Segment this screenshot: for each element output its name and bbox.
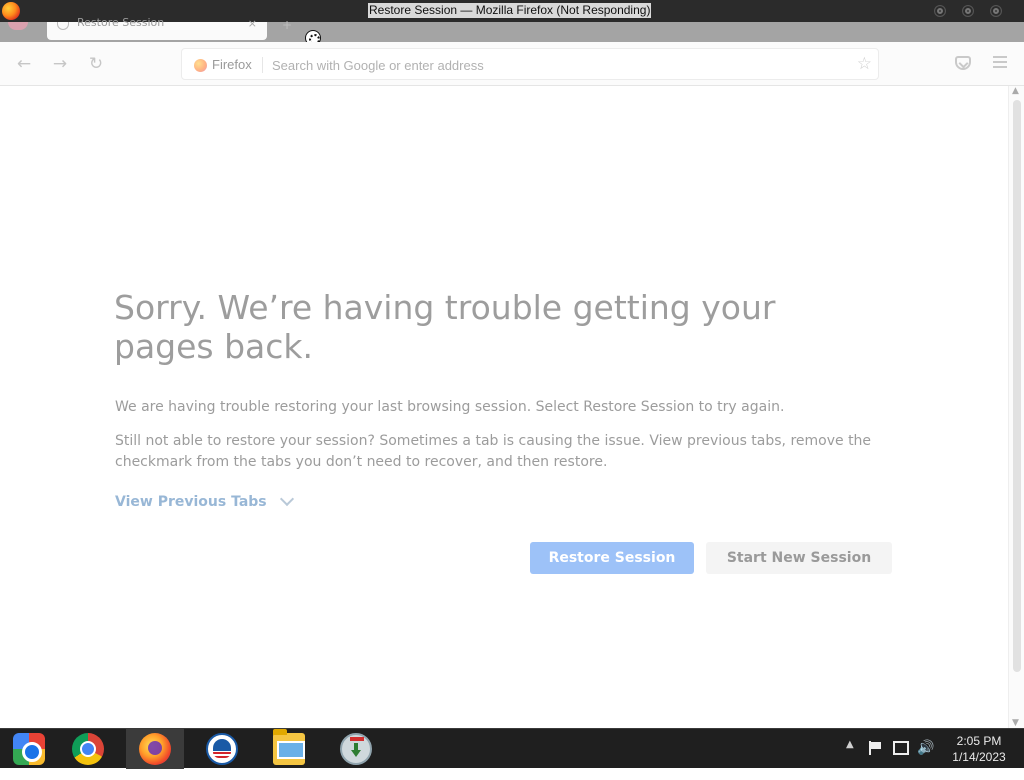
pocket-icon[interactable]: [955, 56, 971, 70]
action-center-flag-icon[interactable]: [868, 741, 882, 755]
identity-label[interactable]: Firefox: [212, 57, 252, 72]
firefox-app-icon[interactable]: [2, 2, 20, 20]
window-title: Restore Session — Mozilla Firefox (Not R…: [368, 3, 652, 18]
page-title: Sorry. We’re having trouble getting your…: [114, 288, 776, 366]
volume-icon[interactable]: 🔊: [917, 740, 934, 780]
error-help-text: Still not able to restore your session? …: [115, 433, 872, 470]
taskbar-firefox[interactable]: [126, 729, 184, 769]
firefox-view-icon[interactable]: [8, 22, 28, 30]
campaign-logo-icon: [206, 733, 238, 765]
taskbar-clock[interactable]: 2:05 PM 1/14/2023: [942, 733, 1016, 765]
tray-overflow-chevron-icon[interactable]: ▲: [846, 739, 854, 779]
new-tab-button[interactable]: +: [282, 18, 292, 32]
firefox-icon: [139, 733, 171, 765]
clock-date: 1/14/2023: [952, 750, 1006, 764]
taskbar-installer[interactable]: [327, 729, 385, 769]
tab-close-icon[interactable]: ×: [248, 17, 257, 30]
taskbar: ▲ 🔊 2:05 PM 1/14/2023: [0, 728, 1024, 769]
taskbar-campaign-app[interactable]: [193, 729, 251, 769]
start-menu-icon: [13, 733, 45, 765]
url-separator: [262, 57, 263, 73]
url-bar[interactable]: Firefox ☆: [181, 48, 879, 80]
chrome-icon: [72, 733, 104, 765]
scroll-up-arrow-icon[interactable]: ▲: [1012, 86, 1019, 96]
reload-button[interactable]: ↻: [86, 54, 106, 74]
forward-button[interactable]: →: [50, 54, 70, 74]
installer-icon: [340, 733, 372, 765]
start-new-session-button[interactable]: Start New Session: [706, 542, 892, 574]
folder-icon: [273, 729, 305, 765]
navigation-toolbar: ← → ↻ Firefox ☆: [0, 42, 1024, 86]
restore-session-button[interactable]: Restore Session: [530, 542, 694, 574]
chevron-down-icon[interactable]: [280, 494, 294, 508]
network-icon[interactable]: [893, 741, 909, 755]
address-input[interactable]: [272, 55, 832, 75]
bookmark-star-icon[interactable]: ☆: [857, 54, 872, 74]
page-content: Sorry. We’re having trouble getting your…: [0, 86, 1008, 728]
taskbar-chrome[interactable]: [59, 729, 117, 769]
close-window-button[interactable]: [990, 5, 1002, 17]
info-icon: [57, 22, 69, 30]
hamburger-menu-icon[interactable]: [993, 56, 1007, 71]
error-description: We are having trouble restoring your las…: [115, 399, 785, 415]
scrollbar-thumb[interactable]: [1013, 100, 1021, 672]
taskbar-file-explorer[interactable]: [260, 729, 318, 769]
tab-title: Restore Session: [77, 16, 165, 29]
minimize-button[interactable]: [934, 5, 946, 17]
start-button[interactable]: [0, 729, 58, 769]
back-button[interactable]: ←: [14, 54, 34, 74]
view-previous-tabs-link[interactable]: View Previous Tabs: [115, 494, 267, 510]
firefox-icon: [194, 59, 207, 72]
tab-restore-session[interactable]: Restore Session ×: [47, 16, 267, 40]
vertical-scrollbar[interactable]: ▲ ▼: [1008, 86, 1024, 728]
scroll-down-arrow-icon[interactable]: ▼: [1012, 718, 1019, 728]
clock-time: 2:05 PM: [956, 734, 1002, 748]
maximize-button[interactable]: [962, 5, 974, 17]
tab-strip: Restore Session × +: [0, 16, 1024, 42]
